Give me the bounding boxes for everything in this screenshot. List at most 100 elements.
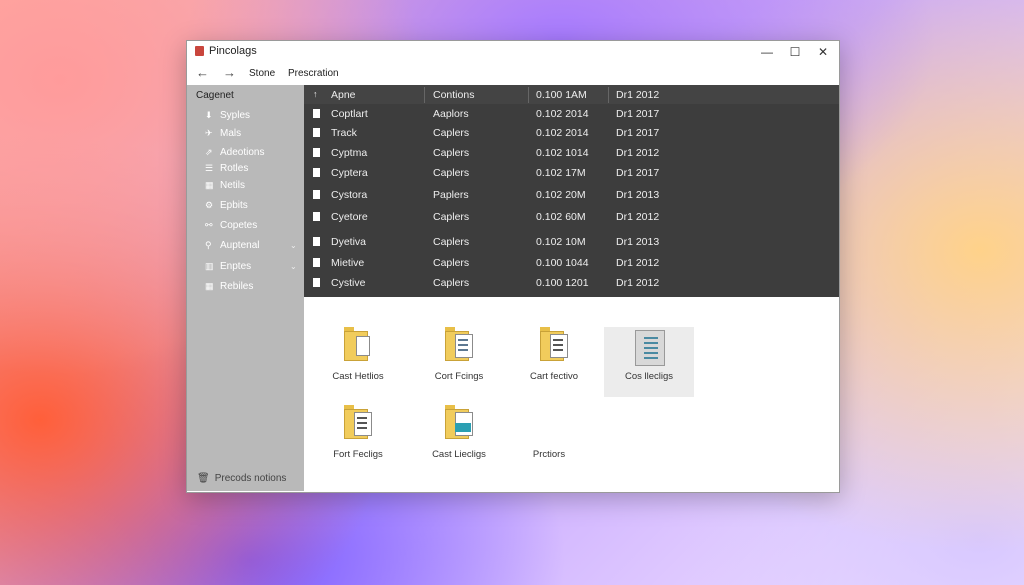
tile-label: Cort Fcings	[434, 371, 484, 382]
tile-label: Cast Liecligs	[432, 449, 486, 460]
cell-name: Cystive	[331, 277, 366, 289]
sidebar-item-mals[interactable]: ✈ Mals	[205, 125, 241, 141]
share-icon: ⇗	[205, 146, 213, 157]
cell-size: 0.102 2014	[536, 108, 589, 120]
table-row[interactable]: Track Caplers 0.102 2014 Dr1 2017	[304, 123, 839, 142]
file-tile[interactable]: Cort Fcings	[414, 327, 504, 397]
cell-date: Dr1 2013	[616, 236, 660, 248]
cell-name: Cyptera	[331, 167, 368, 179]
chevron-down-icon[interactable]: ⌄	[290, 262, 297, 271]
app-icon	[195, 46, 204, 56]
cell-type: Caplers	[433, 167, 470, 179]
folder-icon	[344, 327, 372, 361]
column-divider[interactable]	[424, 87, 425, 103]
sidebar-footer[interactable]: 🗑 Precods notions	[197, 473, 286, 484]
cell-type: Aaplors	[433, 108, 469, 120]
breadcrumb-item[interactable]: Prescration	[288, 68, 339, 79]
chevron-down-icon[interactable]: ⌄	[290, 241, 297, 250]
list-icon: ☰	[205, 162, 214, 173]
sidebar-item-label: Adeotions	[220, 146, 265, 158]
table-row[interactable]: Cyptera Caplers 0.102 17M Dr1 2017	[304, 163, 839, 182]
sidebar-item-netils[interactable]: ▦ Netils	[205, 177, 245, 193]
file-tile-selected[interactable]: Cos llecligs	[604, 327, 694, 397]
file-tile[interactable]: Cart fectivo	[509, 327, 599, 397]
column-header-name[interactable]: Apne	[331, 89, 356, 101]
back-button[interactable]: ←	[196, 65, 209, 80]
table-row[interactable]: Cystive Caplers 0.100 1201 Dr1 2012	[304, 273, 839, 292]
sidebar-footer-label: Precods notions	[214, 473, 287, 484]
sidebar-item-label: Mals	[220, 127, 242, 139]
table-row[interactable]: Cyptma Caplers 0.102 1014 Dr1 2012	[304, 143, 839, 162]
building-icon: ▥	[205, 260, 214, 271]
icon-view: Cast Hetlios Cort Fcings Cart fectivo Co…	[304, 297, 839, 491]
file-icon	[313, 168, 320, 177]
file-tile[interactable]: Fort Fecligs	[313, 405, 403, 475]
sidebar-item-adeotions[interactable]: ⇗ Adeotions	[205, 144, 264, 160]
down-arrow-icon: ⬇	[205, 109, 213, 120]
cell-name: Cyetore	[331, 211, 368, 223]
cell-date: Dr1 2012	[616, 211, 660, 223]
table-row[interactable]: Coptlart Aaplors 0.102 2014 Dr1 2017	[304, 104, 839, 123]
breadcrumb-item[interactable]: Stone	[249, 68, 275, 79]
cell-type: Caplers	[433, 127, 470, 139]
sort-arrow-icon[interactable]: ↑	[313, 89, 318, 99]
sidebar-item-enptes[interactable]: ▥ Enptes ⌄	[205, 258, 297, 274]
close-button[interactable]: ✕	[809, 43, 837, 61]
folder-document-icon	[344, 405, 372, 439]
maximize-button[interactable]: ☐	[781, 43, 809, 61]
column-header-date[interactable]: Dr1 2012	[616, 89, 659, 101]
table-row[interactable]: Dyetiva Caplers 0.102 10M Dr1 2013	[304, 232, 839, 251]
sidebar-item-rebiles[interactable]: ▦ Rebiles	[205, 278, 253, 294]
table-row[interactable]: Cystora Paplers 0.102 20M Dr1 2013	[304, 185, 839, 204]
minimize-button[interactable]: —	[753, 43, 781, 61]
column-divider[interactable]	[528, 87, 529, 103]
sidebar-header: Cagenet	[196, 90, 234, 101]
folder-document-icon	[540, 327, 568, 361]
sidebar-item-auptenal[interactable]: ⚲ Auptenal ⌄	[205, 237, 297, 253]
sidebar-item-label: Copetes	[220, 219, 258, 231]
cell-name: Track	[331, 127, 357, 139]
file-list-header: ↑ Apne Contions 0.100 1AM Dr1 2012	[304, 85, 839, 104]
link-icon: ⚯	[205, 219, 213, 230]
cell-date: Dr1 2012	[616, 147, 660, 159]
sidebar-item-label: Netils	[220, 179, 246, 191]
cell-name: Mietive	[331, 257, 365, 269]
sidebar-item-label: Enptes	[220, 260, 252, 272]
column-header-type[interactable]: Contions	[433, 89, 474, 101]
navigation-bar: ← → Stone Prescration	[187, 63, 839, 85]
file-tile[interactable]: Cast Liecligs	[414, 405, 504, 475]
grid-icon: ▦	[205, 179, 214, 190]
cell-type: Caplers	[433, 236, 470, 248]
cell-date: Dr1 2017	[616, 167, 660, 179]
column-header-size[interactable]: 0.100 1AM	[536, 89, 587, 101]
cell-date: Dr1 2013	[616, 189, 660, 201]
cell-size: 0.102 10M	[536, 236, 586, 248]
sidebar-item-syples[interactable]: ⬇ Syples	[205, 107, 250, 123]
file-icon	[313, 128, 320, 137]
gear-icon: ⚙	[205, 199, 214, 210]
cell-size: 0.102 17M	[536, 167, 586, 179]
file-icon	[313, 278, 320, 287]
folder-document-icon	[445, 327, 473, 361]
column-divider[interactable]	[608, 87, 609, 103]
sidebar-item-label: Rebiles	[220, 280, 254, 292]
file-icon	[313, 212, 320, 221]
cell-size: 0.102 20M	[536, 189, 586, 201]
cell-type: Caplers	[433, 147, 470, 159]
document-icon	[635, 330, 665, 366]
file-tile[interactable]: Cast Hetlios	[313, 327, 403, 397]
table-row[interactable]: Cyetore Caplers 0.102 60M Dr1 2012	[304, 207, 839, 226]
sidebar-item-copetes[interactable]: ⚯ Copetes	[205, 217, 257, 233]
arrow-right-icon: →	[223, 65, 236, 80]
file-tile[interactable]: Prctiors	[504, 405, 594, 475]
pin-icon: ✈	[205, 127, 213, 138]
table-row[interactable]: Mietive Caplers 0.100 1044 Dr1 2012	[304, 253, 839, 272]
title-bar[interactable]: Pincolags — ☐ ✕	[187, 41, 839, 63]
forward-button[interactable]: →	[223, 65, 236, 80]
sidebar-item-epbits[interactable]: ⚙ Epbits	[205, 197, 248, 213]
sidebar-item-label: Epbits	[220, 199, 248, 211]
sidebar-item-rotles[interactable]: ☰ Rotles	[205, 160, 248, 176]
tile-label: Cos llecligs	[624, 371, 674, 382]
tile-label: Cart fectivo	[529, 371, 579, 382]
sidebar-item-label: Auptenal	[220, 239, 260, 251]
